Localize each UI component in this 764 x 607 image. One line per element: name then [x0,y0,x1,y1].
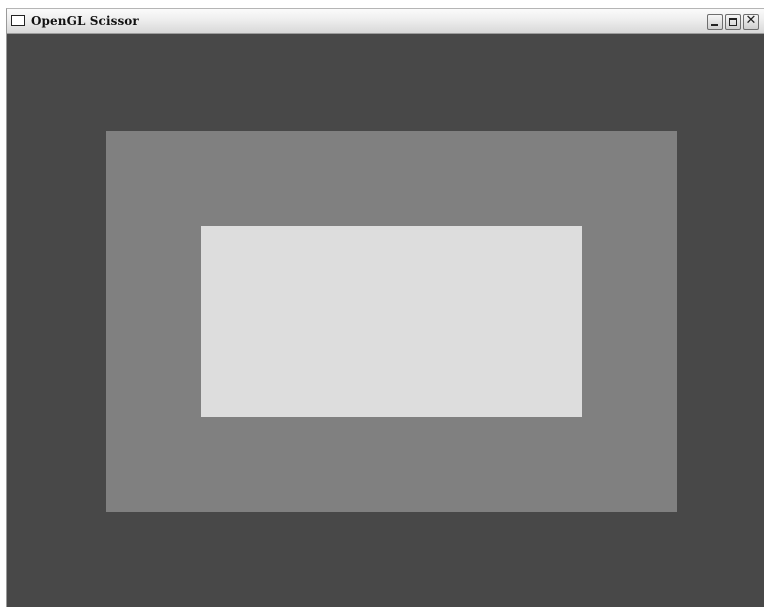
scissor-inner-rect [201,226,582,417]
maximize-icon [729,18,737,26]
window-title: OpenGL Scissor [31,14,139,28]
minimize-button[interactable] [707,14,723,30]
title-bar[interactable]: OpenGL Scissor ✕ [7,9,764,34]
close-button[interactable]: ✕ [743,14,759,30]
close-icon: ✕ [745,13,757,28]
maximize-button[interactable] [725,14,741,30]
opengl-canvas[interactable] [7,34,764,607]
window-app-icon[interactable] [11,15,25,26]
app-window: OpenGL Scissor ✕ [6,8,764,607]
minimize-icon [711,24,718,26]
